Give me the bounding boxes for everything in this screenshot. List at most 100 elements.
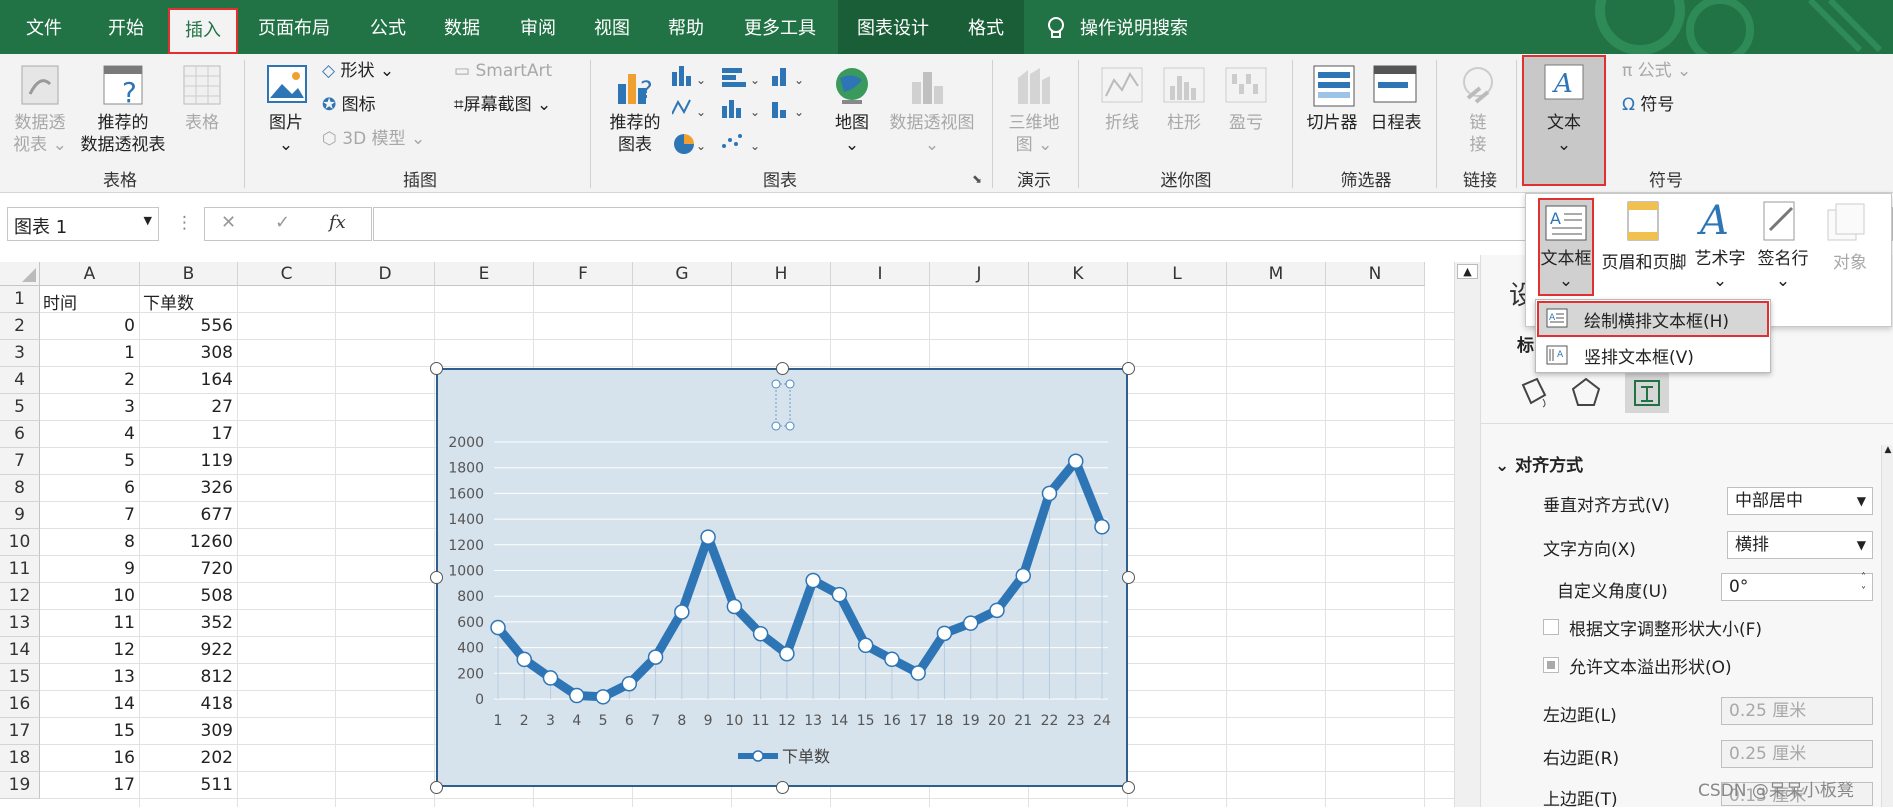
row-header[interactable]: 5 — [0, 394, 40, 421]
column-header-H[interactable]: H — [732, 262, 831, 286]
column-header-N[interactable]: N — [1326, 262, 1425, 286]
row-header[interactable]: 15 — [0, 664, 40, 691]
effects-icon[interactable] — [1569, 375, 1603, 414]
tab-chart-design[interactable]: 图表设计 — [848, 0, 938, 54]
symbol-button[interactable]: Ω 符号 — [1622, 94, 1722, 116]
table-cell[interactable]: 309 — [140, 721, 233, 741]
equation-button[interactable]: π 公式 ⌄ — [1622, 60, 1722, 82]
timeline-button[interactable]: 日程表 — [1364, 112, 1428, 134]
tab-home[interactable]: 开始 — [94, 0, 158, 54]
row-header[interactable]: 14 — [0, 637, 40, 664]
row-header[interactable]: 4 — [0, 367, 40, 394]
tab-formulas[interactable]: 公式 — [358, 0, 418, 54]
custom-angle-input[interactable]: 0° ˄ ˅ — [1721, 572, 1873, 601]
tab-insert[interactable]: 插入 — [168, 8, 238, 54]
resize-handle[interactable] — [430, 362, 443, 375]
chart-object[interactable]: 0 200 400 600 800 1000 1200 1400 1600 1800 2000 1 2 3… — [436, 368, 1128, 787]
row-header[interactable]: 18 — [0, 745, 40, 772]
table-cell[interactable]: 14 — [40, 694, 135, 714]
resize-handle[interactable] — [430, 781, 443, 794]
pane-scrollbar[interactable]: ▲ — [1881, 445, 1893, 807]
screenshot-button[interactable]: ⌗屏幕截图 ⌄ — [454, 94, 594, 116]
fill-line-icon[interactable] — [1515, 375, 1549, 414]
table-cell[interactable]: 17 — [140, 424, 233, 444]
column-header-D[interactable]: D — [336, 262, 435, 286]
resize-handle[interactable] — [430, 571, 443, 584]
link-button[interactable]: 链接 — [1450, 112, 1506, 156]
column-header-I[interactable]: I — [831, 262, 930, 286]
table-cell[interactable]: 17 — [40, 775, 135, 795]
row-header[interactable]: 19 — [0, 772, 40, 799]
table-cell[interactable]: 119 — [140, 451, 233, 471]
column-header-B[interactable]: B — [140, 262, 238, 286]
table-cell[interactable]: 922 — [140, 640, 233, 660]
column-header-K[interactable]: K — [1029, 262, 1128, 286]
fx-icon[interactable]: fx — [329, 212, 346, 233]
3d-models-button[interactable]: ⬡ 3D 模型 ⌄ — [322, 128, 452, 150]
table-cell[interactable]: 164 — [140, 370, 233, 390]
right-margin-input[interactable]: 0.25 厘米 — [1721, 740, 1873, 768]
row-header[interactable]: 10 — [0, 529, 40, 556]
row-header[interactable]: 11 — [0, 556, 40, 583]
pivot-table-button[interactable]: 数据透 视表 ⌄ — [8, 112, 72, 156]
table-cell[interactable]: 418 — [140, 694, 233, 714]
column-header-E[interactable]: E — [435, 262, 534, 286]
row-header[interactable]: 13 — [0, 610, 40, 637]
table-cell[interactable]: 7 — [40, 505, 135, 525]
table-cell[interactable]: 308 — [140, 343, 233, 363]
row-header[interactable]: 2 — [0, 313, 40, 340]
overflow-checkbox[interactable] — [1543, 657, 1559, 673]
dialog-launcher-icon[interactable]: ⬊ — [972, 172, 982, 186]
tab-help[interactable]: 帮助 — [656, 0, 716, 54]
left-margin-input[interactable]: 0.25 厘米 — [1721, 697, 1873, 725]
size-properties-tab[interactable] — [1625, 373, 1669, 413]
table-cell[interactable]: 8 — [40, 532, 135, 552]
table-cell[interactable]: 13 — [40, 667, 135, 687]
row-header[interactable]: 6 — [0, 421, 40, 448]
wordart-item[interactable]: 艺术字 ⌄ — [1690, 248, 1750, 292]
column-header-C[interactable]: C — [238, 262, 336, 286]
signature-line-item[interactable]: 签名行 ⌄ — [1752, 248, 1814, 292]
table-cell[interactable]: 12 — [40, 640, 135, 660]
table-cell[interactable]: 5 — [40, 451, 135, 471]
smartart-button[interactable]: ▭ SmartArt — [454, 60, 594, 82]
row-header[interactable]: 7 — [0, 448, 40, 475]
column-header-J[interactable]: J — [930, 262, 1029, 286]
vertical-scrollbar[interactable]: ▲ — [1454, 262, 1480, 807]
table-cell[interactable]: 720 — [140, 559, 233, 579]
table-cell[interactable]: 511 — [140, 775, 233, 795]
tab-format[interactable]: 格式 — [956, 0, 1016, 54]
resize-handle[interactable] — [776, 362, 789, 375]
text-direction-select[interactable]: 横排 ▼ — [1727, 531, 1873, 559]
table-cell[interactable]: 15 — [40, 721, 135, 741]
table-cell[interactable]: 9 — [40, 559, 135, 579]
tab-page-layout[interactable]: 页面布局 — [252, 0, 336, 54]
enter-icon[interactable]: ✓ — [275, 212, 290, 233]
table-cell[interactable]: 4 — [40, 424, 135, 444]
tab-file[interactable]: 文件 — [12, 0, 76, 54]
object-item[interactable]: 对象 — [1824, 248, 1876, 273]
name-box[interactable]: 图表 1 ▼ — [7, 207, 159, 241]
icons-button[interactable]: ✪ 图标 — [322, 94, 432, 116]
column-header-L[interactable]: L — [1128, 262, 1227, 286]
pictures-button[interactable]: 图片 ⌄ — [256, 112, 316, 156]
tab-more-tools[interactable]: 更多工具 — [732, 0, 828, 54]
table-cell[interactable]: 下单数 — [143, 289, 194, 314]
table-cell[interactable]: 677 — [140, 505, 233, 525]
table-cell[interactable]: 2 — [40, 370, 135, 390]
shapes-button[interactable]: ◇ 形状 ⌄ — [322, 60, 432, 82]
table-cell[interactable]: 3 — [40, 397, 135, 417]
maps-button[interactable]: 地图 ⌄ — [824, 112, 880, 156]
recommended-charts-button[interactable]: 推荐的 图表 — [600, 112, 670, 156]
vertical-align-select[interactable]: 中部居中 ▼ — [1727, 487, 1873, 515]
column-header-A[interactable]: A — [40, 262, 140, 286]
recommended-pivot-button[interactable]: 推荐的 数据透视表 — [74, 112, 172, 156]
pivot-chart-button[interactable]: 数据透视图 ⌄ — [880, 112, 984, 156]
cancel-icon[interactable]: ✕ — [221, 212, 236, 233]
row-header[interactable]: 16 — [0, 691, 40, 718]
resize-handle[interactable] — [1122, 571, 1135, 584]
resize-handle[interactable] — [1122, 781, 1135, 794]
table-cell[interactable]: 202 — [140, 748, 233, 768]
header-footer-item[interactable]: 页眉和页脚 — [1598, 248, 1690, 273]
tab-view[interactable]: 视图 — [582, 0, 642, 54]
